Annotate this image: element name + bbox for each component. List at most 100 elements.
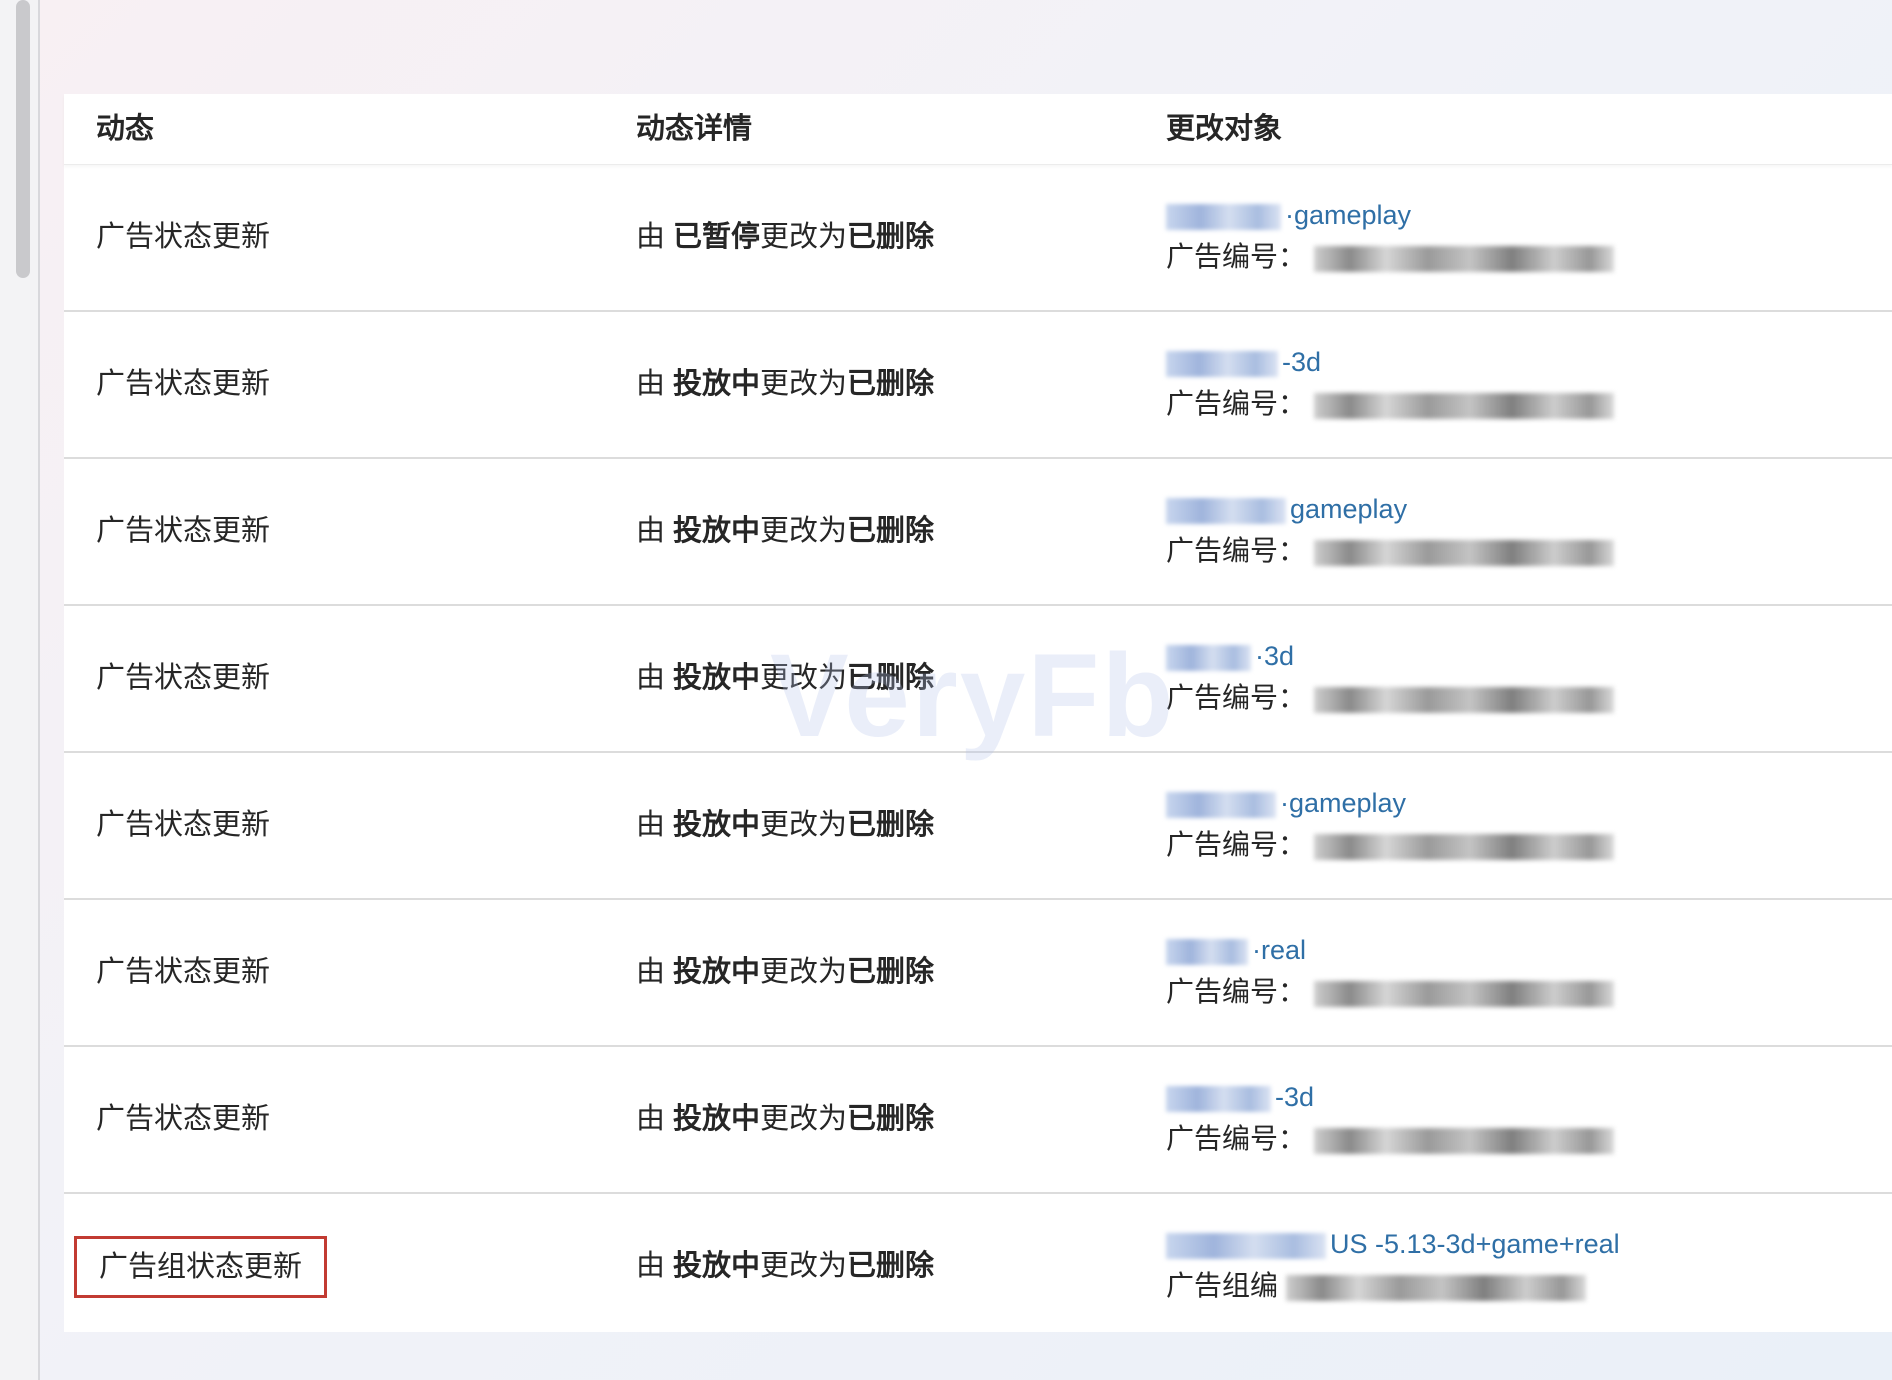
target-id-label: 广告编号： <box>1166 535 1307 566</box>
table-row: 广告组状态更新 由投放中更改为已删除 US -5.13-3d+game+real 广告… <box>64 1194 1892 1339</box>
to-status: 已删除 <box>847 809 935 841</box>
target-name-link[interactable]: ·real <box>1166 930 1766 970</box>
table-row: 广告状态更新 由投放中更改为已删除 -3d 广告编号： <box>64 312 1892 459</box>
detail-prefix: 由 <box>636 1250 666 1282</box>
detail-prefix: 由 <box>636 221 666 253</box>
redacted-name <box>1166 1085 1271 1112</box>
redacted-id <box>1314 539 1615 566</box>
redacted-id <box>1314 392 1615 419</box>
target-name-link[interactable]: ·gameplay <box>1166 783 1766 823</box>
redacted-name <box>1166 497 1286 524</box>
detail-prefix: 由 <box>636 662 666 694</box>
redacted-name <box>1166 203 1281 230</box>
target-name-suffix: -3d <box>1282 347 1322 377</box>
detail-prefix: 由 <box>636 809 666 841</box>
table-row: 广告状态更新 由投放中更改为已删除 -3d 广告编号： <box>64 1047 1892 1194</box>
table-row: 广告状态更新 由投放中更改为已删除 ·gameplay 广告编号： <box>64 753 1892 900</box>
target-name-suffix: ·gameplay <box>1280 788 1407 818</box>
action-cell: 广告状态更新 <box>96 221 271 253</box>
to-status: 已删除 <box>847 368 935 400</box>
action-cell: 广告状态更新 <box>96 368 271 400</box>
from-status: 投放中 <box>673 515 761 547</box>
change-text: 更改为 <box>760 368 848 400</box>
redacted-name <box>1166 791 1276 818</box>
detail-cell: 由投放中更改为已删除 <box>636 1194 934 1339</box>
detail-prefix: 由 <box>636 956 666 988</box>
target-cell: -3d 广告编号： <box>1166 1077 1766 1161</box>
target-id-line: 广告组编 <box>1166 1264 1766 1308</box>
target-name-link[interactable]: ·3d <box>1166 636 1766 676</box>
to-status: 已删除 <box>847 221 935 253</box>
target-name-suffix: -3d <box>1275 1082 1315 1112</box>
target-cell: ·real 广告编号： <box>1166 930 1766 1014</box>
to-status: 已删除 <box>847 1250 935 1282</box>
target-id-label: 广告组编 <box>1166 1270 1279 1301</box>
change-text: 更改为 <box>760 662 848 694</box>
action-cell: 广告状态更新 <box>96 1103 271 1135</box>
table-row: 广告状态更新 由投放中更改为已删除 ·3d 广告编号： <box>64 606 1892 753</box>
target-name-link[interactable]: gameplay <box>1166 489 1766 529</box>
redacted-id <box>1314 686 1615 713</box>
change-text: 更改为 <box>760 221 848 253</box>
redacted-id <box>1286 1274 1587 1301</box>
detail-prefix: 由 <box>636 515 666 547</box>
redacted-name <box>1166 938 1248 965</box>
target-id-line: 广告编号： <box>1166 529 1766 573</box>
detail-prefix: 由 <box>636 368 666 400</box>
target-id-label: 广告编号： <box>1166 829 1307 860</box>
target-cell: gameplay 广告编号： <box>1166 489 1766 573</box>
target-name-suffix: ·real <box>1252 935 1307 965</box>
action-cell: 广告状态更新 <box>96 662 271 694</box>
target-name-link[interactable]: -3d <box>1166 1077 1766 1117</box>
target-id-line: 广告编号： <box>1166 1117 1766 1161</box>
from-status: 投放中 <box>673 809 761 841</box>
from-status: 投放中 <box>673 368 761 400</box>
redacted-id <box>1314 1127 1615 1154</box>
detail-cell: 由投放中更改为已删除 <box>636 606 934 751</box>
target-id-label: 广告编号： <box>1166 1123 1307 1154</box>
from-status: 已暂停 <box>673 221 761 253</box>
from-status: 投放中 <box>673 1103 761 1135</box>
target-id-label: 广告编号： <box>1166 682 1307 713</box>
detail-cell: 由投放中更改为已删除 <box>636 1047 934 1192</box>
target-name-suffix: gameplay <box>1290 494 1408 524</box>
target-cell: US -5.13-3d+game+real 广告组编 <box>1166 1224 1766 1308</box>
detail-cell: 由投放中更改为已删除 <box>636 312 934 457</box>
redacted-name <box>1166 350 1278 377</box>
detail-cell: 由投放中更改为已删除 <box>636 753 934 898</box>
from-status: 投放中 <box>673 956 761 988</box>
target-name-link[interactable]: ·gameplay <box>1166 195 1766 235</box>
target-cell: ·3d 广告编号： <box>1166 636 1766 720</box>
target-id-line: 广告编号： <box>1166 382 1766 426</box>
header-target: 更改对象 <box>1166 113 1283 145</box>
redacted-name <box>1166 1232 1326 1259</box>
redacted-id <box>1314 245 1615 272</box>
table-body: 广告状态更新由已暂停更改为已删除 ·gameplay 广告编号： 广告状态更新由投放中… <box>64 165 1892 1339</box>
action-cell: 广告状态更新 <box>96 809 271 841</box>
to-status: 已删除 <box>847 515 935 547</box>
target-name-link[interactable]: US -5.13-3d+game+real <box>1166 1224 1766 1264</box>
from-status: 投放中 <box>673 1250 761 1282</box>
left-panel-edge <box>0 0 40 1380</box>
scrollbar-thumb[interactable] <box>16 0 30 278</box>
target-id-line: 广告编号： <box>1166 823 1766 867</box>
table-header: 动态 动态详情 更改对象 <box>64 94 1892 165</box>
table-row: 广告状态更新 由投放中更改为已删除 ·real 广告编号： <box>64 900 1892 1047</box>
redacted-name <box>1166 644 1251 671</box>
target-name-suffix: ·gameplay <box>1285 200 1412 230</box>
target-name-link[interactable]: -3d <box>1166 342 1766 382</box>
target-cell: -3d 广告编号： <box>1166 342 1766 426</box>
change-text: 更改为 <box>760 809 848 841</box>
table-row: 广告状态更新 由已暂停更改为已删除 ·gameplay 广告编号： <box>64 165 1892 312</box>
from-status: 投放中 <box>673 662 761 694</box>
target-id-label: 广告编号： <box>1166 241 1307 272</box>
change-text: 更改为 <box>760 1103 848 1135</box>
target-name-suffix: ·3d <box>1255 641 1295 671</box>
target-id-line: 广告编号： <box>1166 235 1766 279</box>
activity-table: 动态 动态详情 更改对象 广告状态更新由已暂停更改为已删除 ·gameplay 广告… <box>64 94 1892 1332</box>
action-cell: 广告组状态更新 <box>74 1236 328 1298</box>
redacted-id <box>1314 833 1615 860</box>
detail-prefix: 由 <box>636 1103 666 1135</box>
action-cell: 广告状态更新 <box>96 956 271 988</box>
change-text: 更改为 <box>760 1250 848 1282</box>
